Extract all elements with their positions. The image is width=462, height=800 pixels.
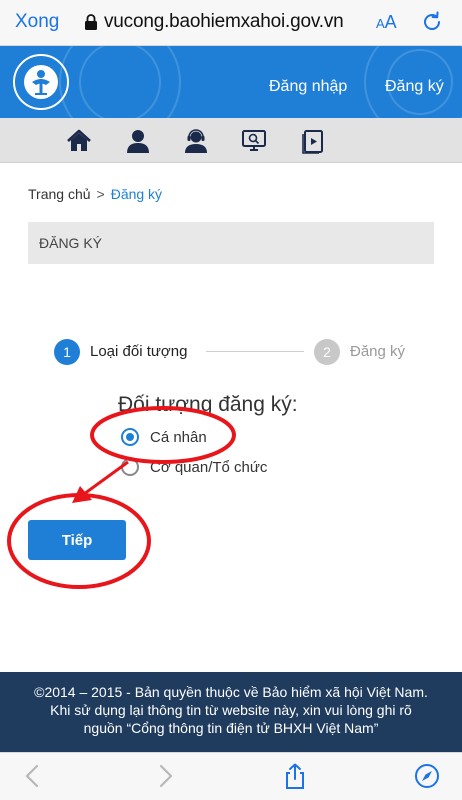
step-2-badge: 2 [314,339,340,365]
radio-individual[interactable] [121,428,139,446]
radio-individual-label[interactable]: Cá nhân [150,429,207,446]
footer-notice: Khi sử dụng lại thông tin từ website này… [50,702,412,718]
bhxh-logo[interactable] [10,52,72,112]
compass-icon[interactable] [414,763,440,789]
lock-icon [85,14,97,30]
share-icon[interactable] [282,763,308,789]
breadcrumb-home[interactable]: Trang chủ [28,186,91,202]
icon-nav [0,118,462,163]
site-footer: ©2014 – 2015 - Bản quyền thuộc về Bảo hi… [0,672,462,752]
video-book-icon[interactable] [300,128,326,154]
radio-organization[interactable] [121,458,139,476]
next-button[interactable]: Tiếp [28,520,126,560]
forward-icon[interactable] [152,763,178,789]
url-text[interactable]: vucong.baohiemxahoi.gov.vn [104,11,344,33]
done-button[interactable]: Xong [15,11,59,33]
step-2-label: Đăng ký [350,343,406,360]
site-header: Đăng nhập Đăng ký [0,46,462,118]
breadcrumb-separator: > [96,186,105,202]
stepper-connector [206,351,304,352]
breadcrumb: Trang chủ > Đăng ký [28,186,162,202]
browser-toolbar [0,752,462,800]
browser-address-bar: Xong vucong.baohiemxahoi.gov.vn AA [0,0,462,46]
text-size-button[interactable]: AA [376,12,397,33]
step-1-badge: 1 [54,339,80,365]
footer-source: nguồn “Cổng thông tin điện tử BHXH Việt … [83,720,379,736]
register-link[interactable]: Đăng ký [385,78,444,96]
home-icon[interactable] [66,128,92,154]
page-title-bar: ĐĂNG KÝ [28,222,434,264]
page-title: ĐĂNG KÝ [39,235,103,251]
reload-icon[interactable] [420,10,444,34]
annotation-arrow-head [72,486,92,503]
radio-organization-label[interactable]: Cơ quan/Tổ chức [150,459,267,476]
support-agent-icon[interactable] [183,128,209,154]
monitor-search-icon[interactable] [241,128,267,154]
breadcrumb-current[interactable]: Đăng ký [111,186,162,202]
back-icon[interactable] [20,763,46,789]
user-icon[interactable] [125,128,151,154]
login-link[interactable]: Đăng nhập [269,78,347,96]
footer-copyright: ©2014 – 2015 - Bản quyền thuộc về Bảo hi… [34,684,428,700]
form-heading: Đối tượng đăng ký: [118,393,298,416]
step-1-label: Loại đối tượng [90,343,188,360]
